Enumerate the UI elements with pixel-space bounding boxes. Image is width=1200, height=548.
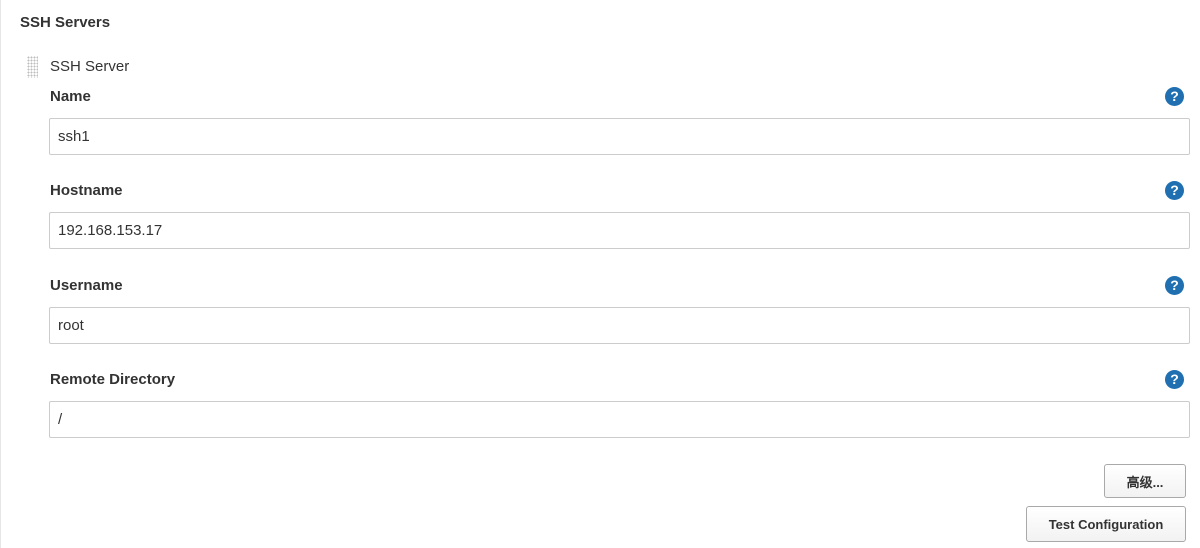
ssh-servers-config-page: SSH Servers SSH Server Name ? Hostname ?…	[0, 0, 1200, 548]
username-input[interactable]	[49, 307, 1190, 344]
hostname-label: Hostname	[50, 182, 123, 199]
name-help-icon[interactable]: ?	[1165, 87, 1184, 106]
remote-directory-label: Remote Directory	[50, 371, 176, 388]
hostname-help-icon[interactable]: ?	[1165, 181, 1184, 200]
username-help-icon[interactable]: ?	[1165, 276, 1184, 295]
test-configuration-button[interactable]: Test Configuration	[1026, 506, 1186, 542]
name-label: Name	[50, 88, 91, 105]
name-input[interactable]	[49, 118, 1190, 155]
ssh-server-header: SSH Server	[50, 58, 130, 75]
drag-handle-icon[interactable]	[27, 56, 38, 78]
advanced-button[interactable]: 高级...	[1104, 464, 1186, 498]
section-title: SSH Servers	[20, 14, 111, 31]
hostname-input[interactable]	[49, 212, 1190, 249]
remote-directory-help-icon[interactable]: ?	[1165, 370, 1184, 389]
username-label: Username	[50, 277, 123, 294]
remote-directory-input[interactable]	[49, 401, 1190, 438]
